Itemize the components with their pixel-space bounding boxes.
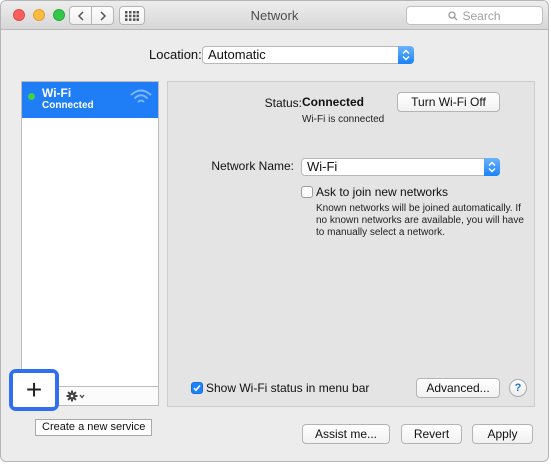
ask-join-description: Known networks will be joined automatica… [316,203,524,239]
select-arrows-icon [484,158,500,176]
add-service-tooltip: Create a new service [35,419,153,436]
network-name-label: Network Name: [211,159,294,173]
select-arrows-icon [398,46,414,64]
status-value: Connected [302,95,365,109]
show-status-label: Show Wi-Fi status in menu bar [206,381,370,395]
service-name: Wi-Fi [42,86,72,100]
ask-join-checkbox[interactable] [301,186,313,198]
assist-me-button[interactable]: Assist me... [302,424,390,444]
turn-wifi-off-button[interactable]: Turn Wi-Fi Off [397,92,500,112]
ask-join-desc-line: no known networks are available, you wil… [316,215,524,226]
service-list[interactable]: Wi-Fi Connected [21,81,159,387]
ask-join-desc-line: to manually select a network. [316,227,445,238]
service-action-button[interactable] [61,386,91,406]
location-select[interactable]: Automatic [202,46,414,64]
service-status: Connected [42,100,94,111]
network-preferences-window: Network Search Location: Automatic Wi-Fi… [0,0,549,462]
help-button[interactable]: ? [509,379,527,397]
plus-icon: + [25,374,43,405]
chevron-down-icon [79,394,85,399]
search-field[interactable]: Search [406,6,543,25]
gear-icon [66,390,85,402]
wifi-icon [130,89,152,103]
apply-button[interactable]: Apply [472,424,533,444]
ask-join-desc-line: Known networks will be joined automatica… [316,203,521,214]
connected-status-dot [28,93,35,100]
show-status-checkbox[interactable] [191,382,203,394]
service-detail-panel: Status: Connected Turn Wi-Fi Off Wi-Fi i… [167,81,535,407]
status-description: Wi-Fi is connected [302,114,385,125]
add-service-button[interactable]: + [13,373,55,407]
revert-button[interactable]: Revert [401,424,462,444]
network-name-select[interactable]: Wi-Fi [301,158,500,176]
network-name-value: Wi-Fi [307,159,338,174]
search-icon [448,10,458,20]
status-label: Status: [264,96,302,110]
checkmark-icon [193,384,201,392]
search-placeholder: Search [462,8,501,23]
location-label: Location: [149,47,202,62]
location-value: Automatic [208,47,266,62]
service-item-wifi[interactable]: Wi-Fi Connected [22,82,158,118]
title-bar: Network Search [1,1,548,30]
ask-join-label: Ask to join new networks [316,185,449,199]
advanced-button[interactable]: Advanced... [416,378,500,398]
